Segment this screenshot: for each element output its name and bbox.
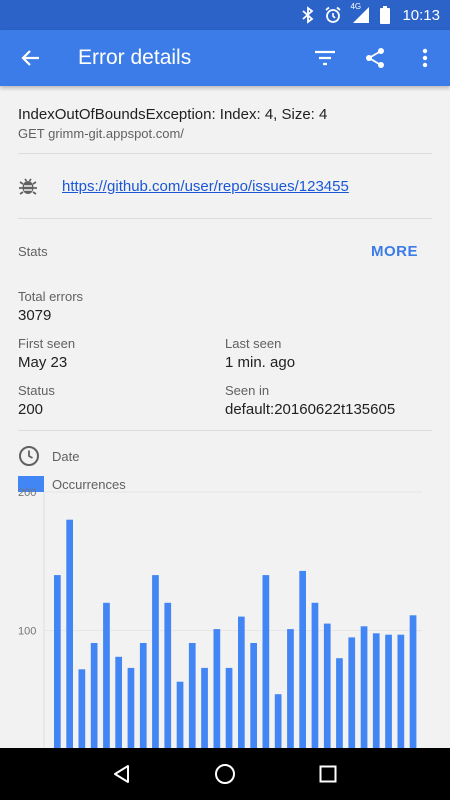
share-icon bbox=[366, 48, 384, 68]
home-circle-icon bbox=[214, 764, 235, 784]
bar bbox=[225, 667, 233, 748]
total-errors-label: Total errors bbox=[18, 289, 84, 304]
exception-message: IndexOutOfBoundsException: Index: 4, Siz… bbox=[18, 106, 328, 123]
bar bbox=[115, 656, 122, 748]
battery-icon bbox=[380, 6, 391, 24]
last-seen-label: Last seen bbox=[225, 336, 282, 351]
nav-recents-button[interactable] bbox=[308, 754, 348, 794]
occurrences-bar-chart: 100 200 bbox=[18, 487, 422, 748]
page-title: Error details bbox=[78, 46, 192, 69]
back-triangle-icon bbox=[113, 765, 129, 783]
bar bbox=[336, 658, 343, 748]
clock-time: 10:13 bbox=[402, 6, 440, 24]
nav-back-button[interactable] bbox=[102, 754, 142, 794]
divider bbox=[18, 430, 432, 431]
more-button[interactable]: MORE bbox=[371, 243, 432, 260]
signal-icon: 4G bbox=[350, 2, 370, 24]
seen-in-value: default:20160622t135605 bbox=[225, 401, 396, 418]
status-label: Status bbox=[18, 383, 55, 398]
last-seen-value: 1 min. ago bbox=[225, 354, 296, 371]
error-details-content: IndexOutOfBoundsException: Index: 4, Siz… bbox=[0, 86, 450, 748]
bar bbox=[103, 602, 110, 748]
bar bbox=[238, 616, 245, 748]
stats-header: Stats MORE bbox=[18, 219, 432, 283]
status: Status 200 bbox=[18, 383, 225, 418]
bar bbox=[188, 643, 196, 748]
bar bbox=[164, 602, 172, 748]
bar bbox=[66, 519, 73, 748]
bar bbox=[139, 643, 147, 748]
bar bbox=[78, 669, 86, 748]
stats-label: Stats bbox=[18, 243, 48, 259]
seen-row: First seen May 23 Last seen 1 min. ago bbox=[18, 336, 432, 371]
first-seen-label: First seen bbox=[18, 336, 76, 351]
bar bbox=[385, 634, 392, 748]
back-button[interactable] bbox=[0, 30, 62, 86]
recents-square-icon bbox=[319, 765, 337, 783]
y-tick-label: 100 bbox=[18, 626, 36, 638]
back-arrow-icon bbox=[21, 50, 39, 66]
bar bbox=[299, 570, 306, 748]
bar bbox=[90, 643, 98, 748]
bar bbox=[348, 637, 356, 748]
y-tick-label: 200 bbox=[18, 487, 36, 499]
seen-in: Seen in default:20160622t135605 bbox=[225, 383, 432, 418]
navigation-bar bbox=[0, 748, 450, 800]
x-axis-label: Date bbox=[52, 448, 80, 464]
bar bbox=[274, 694, 282, 748]
bar bbox=[397, 634, 405, 748]
bar bbox=[372, 633, 380, 748]
first-seen-value: May 23 bbox=[18, 354, 68, 371]
bluetooth-icon bbox=[302, 6, 314, 24]
clock-icon bbox=[18, 445, 52, 467]
bar bbox=[311, 602, 319, 748]
total-errors: Total errors 3079 bbox=[18, 289, 432, 324]
nav-home-button[interactable] bbox=[205, 754, 245, 794]
issue-link[interactable]: https://github.com/user/repo/issues/1234… bbox=[62, 178, 349, 195]
bar bbox=[287, 629, 294, 748]
bar bbox=[54, 575, 61, 748]
date-row: Date bbox=[18, 445, 432, 467]
total-errors-value: 3079 bbox=[18, 307, 52, 324]
status-value: 200 bbox=[18, 401, 44, 418]
filter-icon bbox=[315, 50, 335, 66]
bar bbox=[360, 626, 368, 748]
last-seen: Last seen 1 min. ago bbox=[225, 336, 432, 371]
bar bbox=[201, 667, 208, 748]
bar bbox=[213, 629, 221, 748]
bar bbox=[127, 667, 135, 748]
first-seen: First seen May 23 bbox=[18, 336, 225, 371]
seen-in-label: Seen in bbox=[225, 383, 270, 398]
issue-row: https://github.com/user/repo/issues/1234… bbox=[18, 154, 432, 218]
network-label: 4G bbox=[350, 2, 362, 11]
status-bar: 4G 10:13 bbox=[0, 0, 450, 30]
status-row: Status 200 Seen in default:20160622t1356… bbox=[18, 383, 432, 418]
bar bbox=[409, 615, 417, 748]
more-options-button[interactable] bbox=[400, 30, 450, 86]
bar bbox=[176, 681, 184, 748]
bug-icon bbox=[18, 176, 62, 196]
app-bar: Error details bbox=[0, 30, 450, 86]
more-vert-icon bbox=[422, 48, 428, 68]
bar bbox=[323, 623, 331, 748]
bar bbox=[250, 643, 257, 748]
bar bbox=[262, 575, 270, 748]
screen: 4G 10:13 Error details IndexOutOfBoundsE… bbox=[0, 0, 450, 800]
alarm-icon bbox=[324, 6, 342, 24]
request-url: GET grimm-git.appspot.com/ bbox=[18, 126, 184, 141]
filter-button[interactable] bbox=[300, 30, 350, 86]
bar bbox=[152, 575, 159, 748]
share-button[interactable] bbox=[350, 30, 400, 86]
